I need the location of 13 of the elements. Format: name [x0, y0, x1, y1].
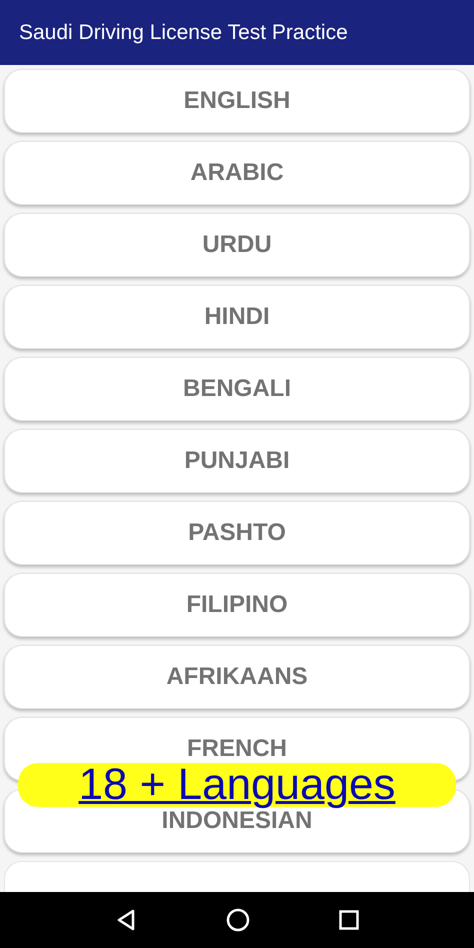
language-button[interactable]: ARABIC — [4, 141, 470, 205]
language-button[interactable]: PUNJABI — [4, 429, 470, 493]
language-button[interactable]: AFRIKAANS — [4, 645, 470, 709]
language-button[interactable]: FILIPINO — [4, 573, 470, 637]
home-icon[interactable] — [226, 908, 250, 932]
language-button[interactable]: BENGALI — [4, 357, 470, 421]
language-button[interactable]: PASHTO — [4, 501, 470, 565]
app-title: Saudi Driving License Test Practice — [19, 20, 348, 46]
language-button[interactable]: URDU — [4, 213, 470, 277]
language-button[interactable]: ENGLISH — [4, 69, 470, 133]
back-icon[interactable] — [114, 909, 137, 931]
language-button[interactable]: HINDI — [4, 285, 470, 349]
recents-icon[interactable] — [339, 910, 360, 930]
